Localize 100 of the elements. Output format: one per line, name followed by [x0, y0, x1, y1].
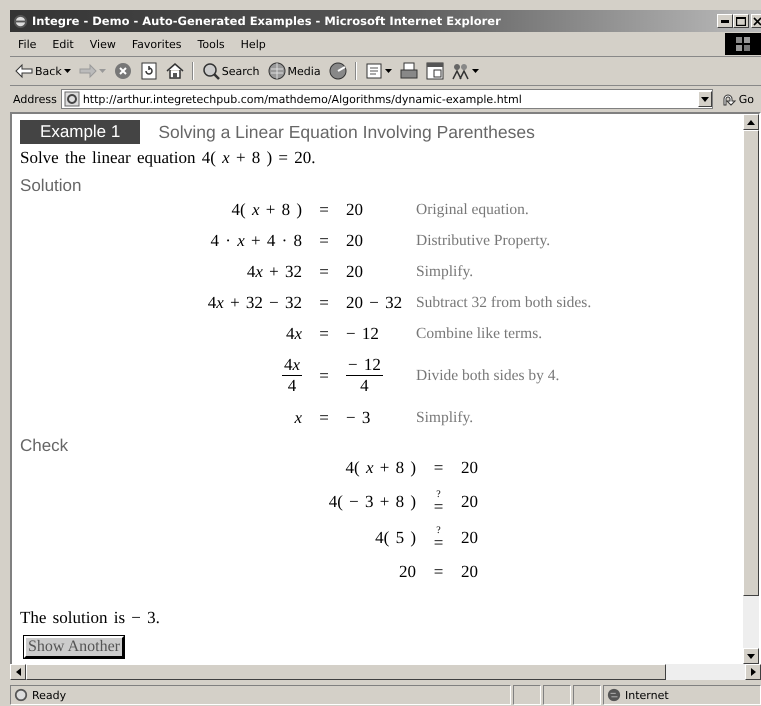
- equation-left-side: 4x + 32 − 32: [208, 293, 302, 313]
- scroll-left-button[interactable]: [10, 664, 26, 680]
- page-icon: [14, 688, 28, 702]
- equation-right-side: − 3: [346, 408, 370, 428]
- search-icon: [202, 62, 220, 80]
- equation-right-side: 20: [461, 492, 478, 512]
- globe-icon: [268, 62, 286, 80]
- step-note: Subtract 32 from both sides.: [416, 294, 592, 312]
- window-icon: [426, 62, 444, 80]
- equation-left-side: 4( − 3 + 8 ): [328, 492, 416, 512]
- address-field[interactable]: http://arthur.integretechpub.com/mathdemo/Algorithms/dynamic-example.html: [60, 89, 713, 109]
- page-icon: [64, 91, 80, 107]
- scroll-up-button[interactable]: [743, 114, 759, 130]
- scroll-thumb[interactable]: [743, 130, 759, 596]
- equals-sign: =: [319, 324, 329, 344]
- home-icon: [166, 62, 184, 80]
- menu-item[interactable]: File: [10, 38, 44, 50]
- scroll-right-button[interactable]: [745, 664, 761, 680]
- back-button[interactable]: Back: [13, 62, 73, 80]
- search-button[interactable]: Search: [200, 62, 262, 80]
- address-label: Address: [13, 92, 57, 106]
- caret-icon: [98, 69, 106, 73]
- print-button[interactable]: [398, 62, 420, 80]
- equation-right-side: 20 − 32: [346, 293, 402, 313]
- down-arrow-icon: [747, 654, 755, 658]
- equation-left-side: 4 · x + 4 · 8: [210, 231, 302, 251]
- caret-icon: [64, 69, 71, 73]
- status-panel: [543, 685, 571, 705]
- refresh-icon: [140, 62, 158, 80]
- questioned-equals-sign: ? =: [434, 490, 444, 514]
- equals-sign: =: [319, 262, 329, 282]
- equals-sign: =: [319, 231, 329, 251]
- browser-icon: [13, 14, 28, 28]
- window-title: Integre - Demo - Auto-Generated Examples - Microsoft Internet Explorer: [32, 14, 501, 28]
- equation-left-side: 4x + 32: [246, 262, 302, 282]
- zone-text: Internet: [625, 688, 669, 702]
- step-note: Simplify.: [416, 408, 474, 427]
- maximize-icon: [736, 16, 746, 26]
- caret-icon: [700, 96, 709, 102]
- scroll-down-button[interactable]: [743, 648, 759, 664]
- example-badge: Example 1: [20, 120, 140, 144]
- equation-right-side: 20: [461, 458, 478, 478]
- status-panel: [573, 685, 601, 705]
- equation-left-side: 4( x + 8 ): [232, 200, 302, 220]
- equation-left-side: 4( x + 8 ): [346, 458, 416, 478]
- equals-sign: =: [434, 458, 444, 478]
- fraction: − 12 4: [346, 355, 383, 397]
- equation-right-side: − 12: [346, 324, 379, 344]
- status-panel: [513, 685, 541, 705]
- minimize-button[interactable]: [717, 14, 733, 28]
- scroll-thumb[interactable]: [26, 664, 666, 680]
- flag-icon: [735, 37, 751, 51]
- section-heading: Check: [20, 436, 70, 456]
- show-another-button[interactable]: Show Another: [24, 636, 124, 658]
- equals-sign: =: [319, 408, 329, 428]
- step-note: Original equation.: [416, 201, 530, 219]
- menu-item[interactable]: Favorites: [124, 38, 190, 50]
- media-button[interactable]: Media: [266, 62, 323, 80]
- caret-icon: [472, 69, 479, 73]
- equation-right-side: 20: [461, 528, 478, 548]
- globe-icon: [607, 688, 621, 702]
- left-arrow-icon: [16, 668, 20, 676]
- messenger-button[interactable]: [450, 62, 481, 80]
- equals-sign: =: [434, 562, 444, 582]
- equals-sign: =: [319, 293, 329, 313]
- step-note: Combine like terms.: [416, 325, 544, 343]
- example-title: Solving a Linear Equation Involving Parentheses: [158, 122, 535, 142]
- dropdown-button[interactable]: [698, 91, 712, 107]
- close-button[interactable]: [751, 14, 761, 28]
- equals-sign: =: [319, 366, 329, 386]
- document-icon: [364, 62, 383, 80]
- step-note: Distributive Property.: [416, 232, 552, 250]
- equation-right-side: 20: [346, 200, 363, 220]
- printer-icon: [400, 62, 418, 80]
- status-text: Ready: [32, 688, 66, 702]
- questioned-equals-sign: ? =: [434, 526, 444, 550]
- maximize-button[interactable]: [733, 14, 749, 28]
- edit-button[interactable]: [424, 62, 446, 80]
- go-button[interactable]: Go: [716, 91, 758, 107]
- history-button[interactable]: [326, 62, 349, 80]
- home-button[interactable]: [164, 62, 186, 80]
- equation-left-side: 20: [399, 562, 416, 582]
- equation-left-side: x: [294, 408, 302, 428]
- conclusion-text: The solution is − 3.: [20, 608, 161, 628]
- menu-item[interactable]: View: [82, 38, 124, 50]
- equation-right-side: 20: [346, 231, 363, 251]
- menu-item[interactable]: Tools: [190, 38, 233, 50]
- forward-arrow-icon: [78, 62, 97, 80]
- equation-left-side: 4( 5 ): [375, 528, 416, 548]
- stop-icon: [114, 62, 132, 80]
- up-arrow-icon: [747, 120, 755, 124]
- caret-icon: [384, 69, 392, 73]
- equation-right-side: 20: [346, 262, 363, 282]
- menu-item[interactable]: Edit: [44, 38, 82, 50]
- equation-left-side: 4x: [286, 324, 302, 344]
- equation-right-side: 20: [461, 562, 478, 582]
- close-icon: [752, 16, 760, 26]
- section-heading: Solution: [20, 176, 82, 196]
- menu-item[interactable]: Help: [232, 38, 274, 50]
- problem-statement: Solve the linear equation 4( x + 8 ) = 20.: [20, 148, 317, 168]
